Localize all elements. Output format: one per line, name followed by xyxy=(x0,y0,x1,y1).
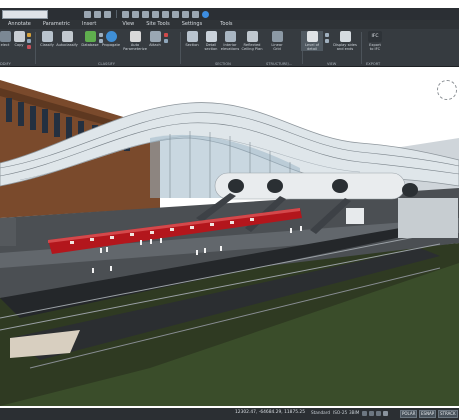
platform-kiosk xyxy=(346,208,364,224)
rotate-icon[interactable] xyxy=(27,39,31,43)
station-3d-model xyxy=(0,80,459,406)
side-wall xyxy=(398,198,458,238)
tab-parametric[interactable]: Parametric xyxy=(37,20,76,29)
tab-insert[interactable]: Insert xyxy=(76,20,102,29)
ceiling-plan-icon xyxy=(246,31,258,42)
ribbon-panel: elect Copy DDIFY Classify Autoclassify D… xyxy=(0,29,459,67)
ribbon-group-classify: Classify Autoclassify Database Propagate… xyxy=(36,29,178,67)
strack-toggle[interactable]: STRACK xyxy=(438,409,458,418)
coordinate-readout: 12302.47, -64684.29, 11875.25 xyxy=(235,410,306,415)
display-sides-icon xyxy=(339,31,351,42)
section-icon xyxy=(186,31,198,42)
viewcube-compass-icon[interactable] xyxy=(437,80,457,100)
delete-icon[interactable] xyxy=(27,45,31,49)
tab-tools[interactable]: Tools xyxy=(214,20,238,29)
attach-icon xyxy=(149,31,161,42)
tab-site-tools[interactable]: Site Tools xyxy=(140,20,176,29)
workspace-item[interactable]: 3BIM xyxy=(349,410,359,415)
esnap-toggle[interactable]: ESNAP xyxy=(419,409,437,418)
database-icon xyxy=(84,31,96,42)
classify-icon xyxy=(41,31,53,42)
settings-icon[interactable] xyxy=(192,10,199,18)
redo-icon[interactable] xyxy=(104,10,111,18)
cylinder-icon[interactable] xyxy=(172,10,179,18)
ribbon-group-structure: Linear Grid STRUCTURE/... xyxy=(266,29,302,67)
reflected-ceiling-plan-button[interactable]: Reflected Ceiling Plan xyxy=(241,31,263,51)
dim-style-item[interactable]: ISO-25 xyxy=(333,410,347,415)
auto-parameterize-button[interactable]: Auto Parameterize xyxy=(123,31,147,51)
properties-icon[interactable] xyxy=(132,10,139,18)
box-icon[interactable] xyxy=(162,10,169,18)
linear-grid-button[interactable]: Linear Grid xyxy=(266,31,288,51)
snap-icon[interactable] xyxy=(362,411,367,416)
toolbar-divider xyxy=(116,10,117,18)
autoclassify-icon xyxy=(61,31,73,42)
ribbon-group-view: Level of detail Display sides and ends V… xyxy=(301,29,363,67)
autoclassify-button[interactable]: Autoclassify xyxy=(56,31,78,47)
ifc-icon: IFC xyxy=(368,31,382,42)
mirror-icon[interactable] xyxy=(27,33,31,37)
detail-section-icon xyxy=(205,31,217,42)
undo-icon[interactable] xyxy=(94,10,101,18)
tube-opening xyxy=(267,179,283,193)
linear-grid-icon xyxy=(271,31,283,42)
tab-view[interactable]: View xyxy=(116,20,140,29)
lock-icon[interactable] xyxy=(383,411,388,416)
copy-icon xyxy=(13,31,25,42)
grid-icon[interactable] xyxy=(369,411,374,416)
grid-icon[interactable] xyxy=(152,10,159,18)
ribbon-group-section: Section Detail section Interior elevatio… xyxy=(181,29,267,67)
level-of-detail-icon xyxy=(306,31,318,42)
interior-elevations-icon xyxy=(224,31,236,42)
display-sides-and-ends-button[interactable]: Display sides and ends xyxy=(331,31,359,51)
tab-annotate[interactable]: Annotate xyxy=(2,20,37,29)
view-icon[interactable] xyxy=(325,33,329,37)
cube-icon[interactable] xyxy=(182,10,189,18)
classify-button[interactable]: Classify xyxy=(36,31,58,47)
workspace-selector[interactable] xyxy=(2,9,48,19)
quick-access-icons xyxy=(84,10,209,18)
view-icon[interactable] xyxy=(325,39,329,43)
parameterize-icon xyxy=(129,31,141,42)
export-to-ifc-button[interactable]: IFC Export to IFC xyxy=(364,31,386,51)
layer-icon[interactable] xyxy=(122,10,129,18)
platform-structure xyxy=(0,218,16,246)
propagate-icon xyxy=(105,31,117,42)
attach-button[interactable]: Attach xyxy=(144,31,166,47)
polar-toggle[interactable]: POLAR xyxy=(400,409,418,418)
tube-opening xyxy=(332,179,348,193)
tube-opening xyxy=(228,179,244,193)
model-viewport[interactable] xyxy=(0,68,459,406)
database-button[interactable]: Database xyxy=(79,31,101,47)
ribbon-group-export: IFC Export to IFC EXPORT xyxy=(362,29,392,67)
ribbon-tabs: Annotate Parametric Insert View Site Too… xyxy=(0,20,459,29)
link-icon[interactable] xyxy=(164,39,168,43)
help-icon[interactable] xyxy=(202,10,209,18)
text-style-item[interactable]: Standard xyxy=(311,410,330,415)
tube-opening xyxy=(402,183,418,197)
quick-access-toolbar xyxy=(0,8,459,20)
propagate-button[interactable]: Propagate xyxy=(100,31,122,47)
link-icon[interactable] xyxy=(164,33,168,37)
ribbon-group-modify: elect Copy DDIFY xyxy=(0,29,34,67)
interior-elevations-button[interactable]: Interior elevations xyxy=(219,31,241,51)
ortho-icon[interactable] xyxy=(376,411,381,416)
pointer-icon[interactable] xyxy=(142,10,149,18)
level-of-detail-button[interactable]: Level of detail xyxy=(301,31,323,52)
pencil-icon[interactable] xyxy=(84,10,91,18)
status-bar: 12302.47, -64684.29, 11875.25 Standard I… xyxy=(0,408,459,420)
bricscad-window: Annotate Parametric Insert View Site Too… xyxy=(0,0,459,420)
tab-settings[interactable]: Settings xyxy=(176,20,209,29)
